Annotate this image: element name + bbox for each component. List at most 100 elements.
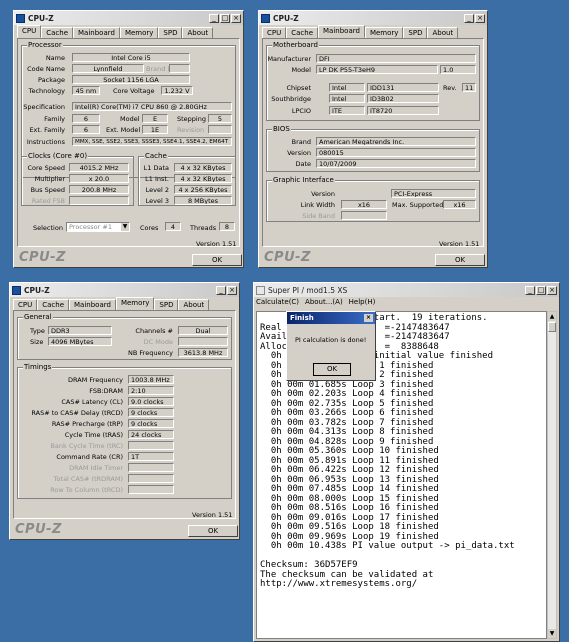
close-icon[interactable]: × [475,13,485,23]
menu-calculate[interactable]: Calculate(C) [256,298,299,306]
cpuz-logo: CPU-Z [264,250,311,265]
window-title: Super PI / mod1.5 XS [268,285,348,295]
scroll-thumb[interactable] [548,322,556,332]
timing-label: DRAM Frequency [68,376,123,384]
cpuz-mb-titlebar[interactable]: CPU-Z _ × [259,11,487,25]
instructions-value: MMX, SSE, SSE2, SSE3, SSSE3, SSE4.1, SSE… [72,137,232,146]
tab-mainboard[interactable]: Mainboard [318,25,365,38]
tab-spd[interactable]: SPD [403,27,428,38]
cpuz-app-icon [16,13,25,23]
family-value: 6 [72,114,100,123]
group-label: Processor [27,41,63,49]
stepping-value: 5 [208,114,232,123]
timing-label: Cycle Time (tRAS) [64,431,123,439]
bios-brand-label: Brand [291,138,311,146]
cpuz-cpu-window: CPU-Z _ □ × CPU Cache Mainboard Memory S… [13,10,244,268]
timing-label: Total CAS# (tRDRAM) [53,475,123,483]
group-label: BIOS [272,125,291,133]
clocks-group: Clocks (Core #0) Core Speed 4015.2 MHz M… [21,152,134,206]
timing-label: RAS# Precharge (tRP) [51,420,123,428]
tab-mainboard[interactable]: Mainboard [69,299,116,310]
cpuz-app-icon [12,285,21,295]
bios-version-value: 080015 [316,148,476,157]
tab-cache[interactable]: Cache [286,27,319,38]
timings-group: Timings DRAM Frequency 1003.8 MHz FSB:DR… [17,363,232,499]
threads-label: Threads [190,224,217,232]
tab-memory[interactable]: Memory [119,27,159,38]
superpi-titlebar[interactable]: Super PI / mod1.5 XS _ □ × [254,283,559,297]
ok-button[interactable]: OK [435,254,485,266]
finish-ok-button[interactable]: OK [313,363,351,376]
lpcio-model: IT8720 [367,106,439,115]
chipset-label: Chipset [286,84,311,92]
ok-button[interactable]: OK [192,254,242,266]
chevron-down-icon[interactable]: ▼ [121,223,129,231]
cache-group: Cache L1 Data 4 x 32 KBytes L1 Inst. 4 x… [138,152,236,206]
version-label: Version 1.51 [196,240,237,248]
timing-label: FSB:DRAM [89,387,123,395]
tab-memory[interactable]: Memory [115,297,155,310]
type-label: Type [30,327,45,335]
scroll-up-icon[interactable]: ▲ [548,312,556,321]
minimize-icon[interactable]: _ [209,13,219,23]
motherboard-group: Motherboard Manufacturer DFI Model LP DK… [266,41,480,121]
tab-mainboard[interactable]: Mainboard [73,27,120,38]
cpuz-cpu-titlebar[interactable]: CPU-Z _ □ × [14,11,243,25]
l1inst-label: L1 Inst. [145,175,169,183]
tab-memory[interactable]: Memory [364,27,404,38]
tab-about[interactable]: About [427,27,459,38]
tab-cache[interactable]: Cache [41,27,74,38]
ok-button[interactable]: OK [188,525,238,537]
cpuz-tabs: CPU Cache Mainboard Memory SPD About [262,25,459,38]
close-icon[interactable]: × [364,314,373,322]
southbridge-vendor: Intel [329,94,365,103]
cpuz-memory-window: CPU-Z _ × CPU Cache Mainboard Memory SPD… [9,282,240,540]
minimize-icon[interactable]: _ [525,285,535,295]
chipset-model: IDD131 [367,83,439,92]
menu-about[interactable]: About...(A) [305,298,343,306]
timing-label: Bank Cycle Time (tRC) [50,442,123,450]
model-label: Model [120,115,140,123]
close-icon[interactable]: × [227,285,237,295]
tab-cpu[interactable]: CPU [17,25,42,38]
tab-about[interactable]: About [178,299,210,310]
scroll-down-icon[interactable]: ▼ [548,629,556,638]
model-value: E [142,114,168,123]
tab-spd[interactable]: SPD [158,27,183,38]
vertical-scrollbar[interactable]: ▲ ▼ [547,311,557,639]
minimize-icon[interactable]: _ [464,13,474,23]
nb-frequency-value: 3613.8 MHz [178,348,228,357]
channels-label: Channels # [135,327,173,335]
l1inst-value: 4 x 32 KBytes [174,174,232,183]
processor-select[interactable]: Processor #1 ▼ [66,222,130,232]
finish-titlebar[interactable]: Finish × [287,312,375,324]
version-label: Version 1.51 [192,511,233,519]
ratedfsb-value [69,196,129,205]
timing-value [128,441,174,450]
close-icon[interactable]: × [547,285,557,295]
manufacturer-value: DFI [316,54,476,63]
gfx-version-value: PCI-Express [391,189,476,198]
window-title: CPU-Z [273,13,299,23]
superpi-app-icon [256,285,265,295]
spec-value: Intel(R) Core(TM) i7 CPU 860 @ 2.80GHz [72,102,232,111]
menu-help[interactable]: Help(H) [349,298,376,306]
dc-mode-value [178,337,228,346]
tab-spd[interactable]: SPD [154,299,179,310]
tab-cache[interactable]: Cache [37,299,70,310]
model-value: LP DK P55-T3eH9 [316,65,438,74]
tab-cpu[interactable]: CPU [13,299,38,310]
tab-about[interactable]: About [182,27,214,38]
maximize-icon[interactable]: □ [536,285,546,295]
busspeed-label: Bus Speed [30,186,65,194]
l1data-value: 4 x 32 KBytes [174,163,232,172]
maximize-icon[interactable]: □ [220,13,230,23]
minimize-icon[interactable]: _ [216,285,226,295]
close-icon[interactable]: × [231,13,241,23]
cpuz-mem-titlebar[interactable]: CPU-Z _ × [10,283,239,297]
tab-cpu[interactable]: CPU [262,27,287,38]
cpuz-logo: CPU-Z [15,522,62,537]
ratedfsb-label: Rated FSB [31,197,65,205]
technology-value: 45 nm [72,86,100,95]
size-label: Size [30,338,44,346]
